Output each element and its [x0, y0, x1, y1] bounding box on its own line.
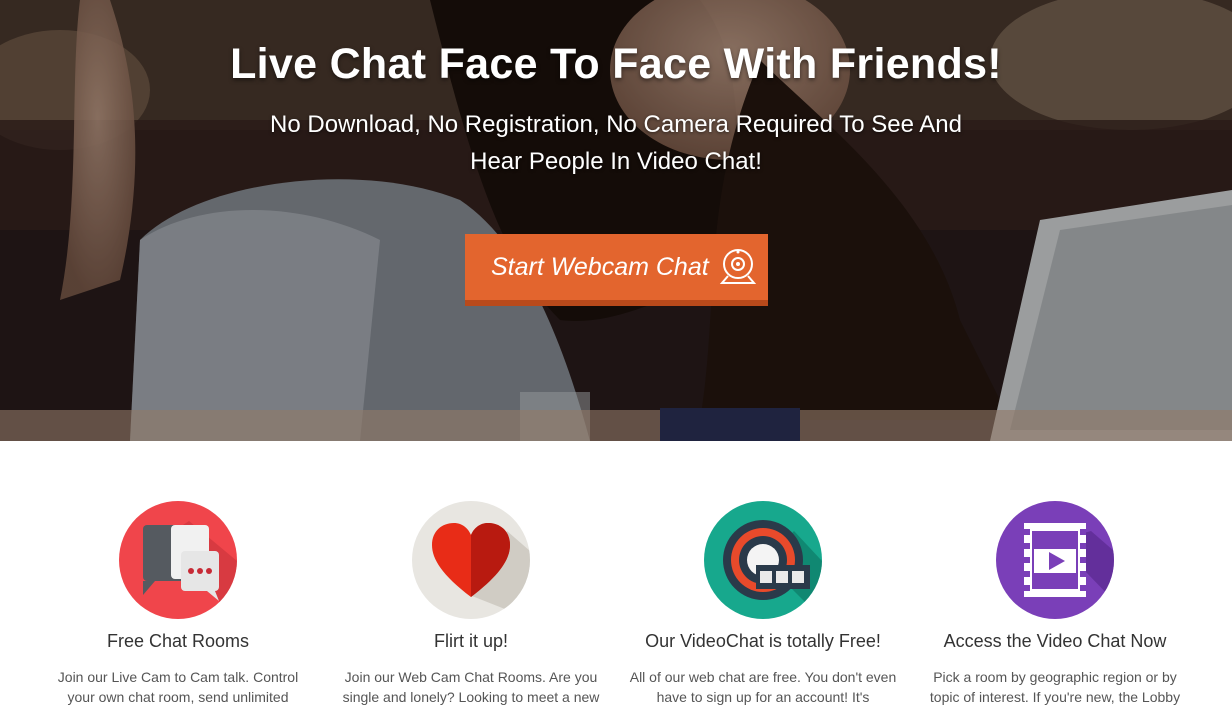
- features-section: Free Chat Rooms Join our Live Cam to Cam…: [0, 441, 1232, 708]
- video-film-icon: [996, 501, 1114, 619]
- hero-banner: Live Chat Face To Face With Friends! No …: [0, 0, 1232, 441]
- feature-title: Our VideoChat is totally Free!: [645, 631, 881, 651]
- feature-description: Join our Live Cam to Cam talk. Control y…: [57, 669, 299, 705]
- feature-title: Free Chat Rooms: [106, 631, 250, 651]
- chat-bubbles-icon: [119, 501, 237, 619]
- hero-subtitle-line2: Hear People In Video Chat!: [470, 148, 762, 175]
- feature-description: All of our web chat are free. You don't …: [629, 669, 897, 705]
- start-webcam-chat-button[interactable]: Start Webcam Chat: [465, 234, 768, 306]
- hero-subtitle-line1: No Download, No Registration, No Camera …: [270, 111, 962, 138]
- feature-title: Access the Video Chat Now: [943, 631, 1167, 651]
- hero-subtitle: No Download, No Registration, No Camera …: [216, 106, 1016, 180]
- feature-description: Join our Web Cam Chat Rooms. Are you sin…: [342, 669, 600, 705]
- feature-title: Flirt it up!: [433, 631, 508, 651]
- feature-description: Pick a room by geographic region or by t…: [929, 669, 1181, 705]
- heart-icon: [412, 501, 530, 619]
- film-reel-icon: [704, 501, 822, 619]
- hero-title: Live Chat Face To Face With Friends!: [230, 40, 1002, 88]
- webcam-icon: [719, 249, 757, 284]
- start-webcam-chat-label: Start Webcam Chat: [491, 252, 709, 281]
